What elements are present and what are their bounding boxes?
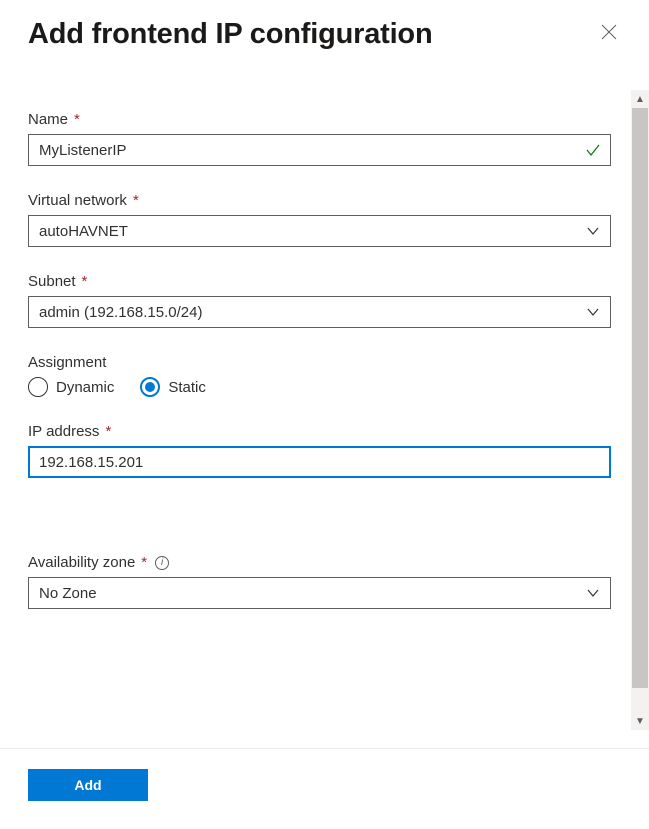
frontend-ip-config-panel: Add frontend IP configuration Name * xyxy=(0,0,649,829)
availability-zone-select[interactable]: No Zone xyxy=(28,577,611,609)
subnet-value: admin (192.168.15.0/24) xyxy=(39,304,202,321)
name-label: Name * xyxy=(28,111,611,128)
availability-zone-value: No Zone xyxy=(39,585,97,602)
scrollbar-down-icon[interactable]: ▼ xyxy=(631,712,649,730)
assignment-field-group: Assignment Dynamic Static xyxy=(28,354,611,397)
virtual-network-select[interactable]: autoHAVNET xyxy=(28,215,611,247)
required-indicator: * xyxy=(133,192,139,209)
name-field-group: Name * xyxy=(28,111,611,166)
chevron-down-icon xyxy=(586,305,600,319)
assignment-label: Assignment xyxy=(28,354,611,371)
radio-circle-icon xyxy=(28,377,48,397)
virtual-network-field-group: Virtual network * autoHAVNET xyxy=(28,192,611,247)
panel-header: Add frontend IP configuration xyxy=(28,18,621,51)
ip-address-input-wrapper xyxy=(28,446,611,478)
radio-label-dynamic: Dynamic xyxy=(56,379,114,396)
chevron-down-icon xyxy=(586,586,600,600)
virtual-network-value: autoHAVNET xyxy=(39,223,128,240)
radio-circle-selected-icon xyxy=(140,377,160,397)
required-indicator: * xyxy=(74,111,80,128)
scrollbar-up-icon[interactable]: ▲ xyxy=(631,90,649,108)
ip-address-label: IP address * xyxy=(28,423,611,440)
required-indicator: * xyxy=(105,423,111,440)
ip-address-input[interactable] xyxy=(28,446,611,478)
assignment-radio-group: Dynamic Static xyxy=(28,377,611,397)
info-icon[interactable]: i xyxy=(155,556,169,570)
assignment-radio-static[interactable]: Static xyxy=(140,377,206,397)
close-button[interactable] xyxy=(597,23,621,47)
subnet-select[interactable]: admin (192.168.15.0/24) xyxy=(28,296,611,328)
chevron-down-icon xyxy=(586,224,600,238)
assignment-radio-dynamic[interactable]: Dynamic xyxy=(28,377,114,397)
ip-address-field-group: IP address * xyxy=(28,423,611,478)
radio-label-static: Static xyxy=(168,379,206,396)
required-indicator: * xyxy=(82,273,88,290)
panel-title: Add frontend IP configuration xyxy=(28,18,432,51)
virtual-network-label: Virtual network * xyxy=(28,192,611,209)
name-input[interactable] xyxy=(28,134,611,166)
subnet-field-group: Subnet * admin (192.168.15.0/24) xyxy=(28,273,611,328)
close-icon xyxy=(601,24,617,45)
name-input-wrapper xyxy=(28,134,611,166)
availability-zone-field-group: Availability zone * i No Zone xyxy=(28,554,611,609)
radio-dot-icon xyxy=(145,382,155,392)
spacer xyxy=(28,504,611,554)
subnet-label: Subnet * xyxy=(28,273,611,290)
form-scroll-area: Name * Virtual network * autoHAVNET xyxy=(28,111,621,741)
add-button[interactable]: Add xyxy=(28,769,148,801)
scrollbar[interactable]: ▲ ▼ xyxy=(631,90,649,730)
required-indicator: * xyxy=(141,554,147,571)
scrollbar-thumb[interactable] xyxy=(632,108,648,688)
panel-footer: Add xyxy=(0,748,649,829)
availability-zone-label: Availability zone * i xyxy=(28,554,611,571)
